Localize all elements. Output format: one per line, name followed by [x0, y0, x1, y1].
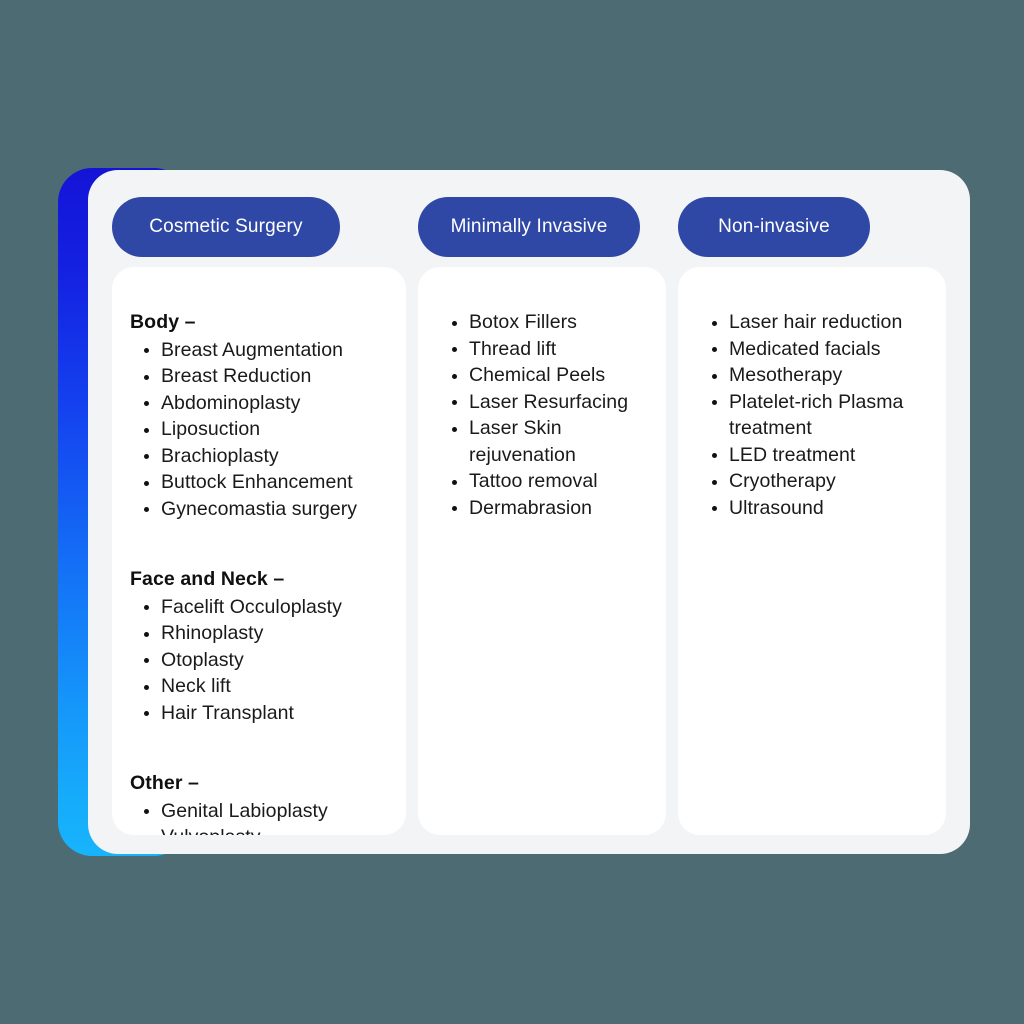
- list-item: Rhinoplasty: [130, 620, 392, 647]
- group-title: Face and Neck –: [130, 568, 285, 590]
- column-header-wrap: Minimally Invasive: [418, 197, 666, 257]
- list-item: Cryotherapy: [700, 468, 932, 495]
- list-item: Laser hair reduction: [700, 309, 932, 336]
- column-header-wrap: Non-invasive: [678, 197, 946, 257]
- list-item: Chemical Peels: [440, 362, 652, 389]
- list-item: Abdominoplasty: [130, 390, 392, 417]
- treatment-list: Laser hair reduction Medicated facials Mes…: [700, 309, 932, 521]
- treatment-list: Breast Augmentation Breast Reduction Abdom…: [130, 337, 392, 523]
- category-panel: Laser hair reduction Medicated facials Mes…: [678, 267, 946, 835]
- group-title: Body –: [130, 311, 196, 333]
- list-item: Laser Resurfacing: [440, 389, 652, 416]
- list-item: Liposuction: [130, 416, 392, 443]
- treatment-list: Botox Fillers Thread lift Chemical Peels La…: [440, 309, 652, 521]
- list-item: Neck lift: [130, 673, 392, 700]
- list-item: Gynecomastia surgery: [130, 496, 392, 523]
- category-group: Body – Breast Augmentation Breast Reductio…: [130, 309, 392, 522]
- category-group: Face and Neck – Facelift Occuloplasty Rhin…: [130, 566, 392, 726]
- category-columns: Cosmetic Surgery Body – Breast Augmentatio…: [112, 197, 946, 835]
- column-header-wrap: Cosmetic Surgery: [112, 197, 406, 257]
- category-header-pill[interactable]: Cosmetic Surgery: [112, 197, 340, 257]
- list-item: Genital Labioplasty: [130, 798, 392, 825]
- category-column-2: Minimally Invasive Botox Fillers Thread li…: [418, 197, 666, 835]
- treatment-list: Facelift Occuloplasty Rhinoplasty Otoplast…: [130, 594, 392, 727]
- category-header-pill[interactable]: Non-invasive: [678, 197, 870, 257]
- list-item: Breast Augmentation: [130, 337, 392, 364]
- list-item: Otoplasty: [130, 647, 392, 674]
- category-group: Other – Genital LabioplastyVulvoplasty: [130, 770, 392, 835]
- category-header-pill[interactable]: Minimally Invasive: [418, 197, 640, 257]
- list-item: Medicated facials: [700, 336, 932, 363]
- category-column-1: Cosmetic Surgery Body – Breast Augmentatio…: [112, 197, 406, 835]
- list-item: Buttock Enhancement: [130, 469, 392, 496]
- category-panel: Botox Fillers Thread lift Chemical Peels La…: [418, 267, 666, 835]
- list-item: Brachioplasty: [130, 443, 392, 470]
- list-item: Hair Transplant: [130, 700, 392, 727]
- category-panel: Body – Breast Augmentation Breast Reductio…: [112, 267, 406, 835]
- treatment-list: Genital LabioplastyVulvoplasty: [130, 798, 392, 835]
- list-item: Breast Reduction: [130, 363, 392, 390]
- category-group: Laser hair reduction Medicated facials Mes…: [700, 309, 932, 521]
- list-item: Botox Fillers: [440, 309, 652, 336]
- list-item: Tattoo removal: [440, 468, 652, 495]
- infographic-stage: Cosmetic Surgery Body – Breast Augmentatio…: [0, 0, 1024, 1024]
- list-item: LED treatment: [700, 442, 932, 469]
- category-column-3: Non-invasive Laser hair reduction Medicate…: [678, 197, 946, 835]
- list-item: Vulvoplasty: [130, 824, 392, 835]
- list-item: Ultrasound: [700, 495, 932, 522]
- group-title: Other –: [130, 772, 199, 794]
- category-group: Botox Fillers Thread lift Chemical Peels La…: [440, 309, 652, 521]
- list-item: Mesotherapy: [700, 362, 932, 389]
- list-item: Thread lift: [440, 336, 652, 363]
- list-item: Platelet-rich Plasma treatment: [700, 389, 932, 442]
- list-item: Facelift Occuloplasty: [130, 594, 392, 621]
- list-item: Dermabrasion: [440, 495, 652, 522]
- list-item: Laser Skin rejuvenation: [440, 415, 652, 468]
